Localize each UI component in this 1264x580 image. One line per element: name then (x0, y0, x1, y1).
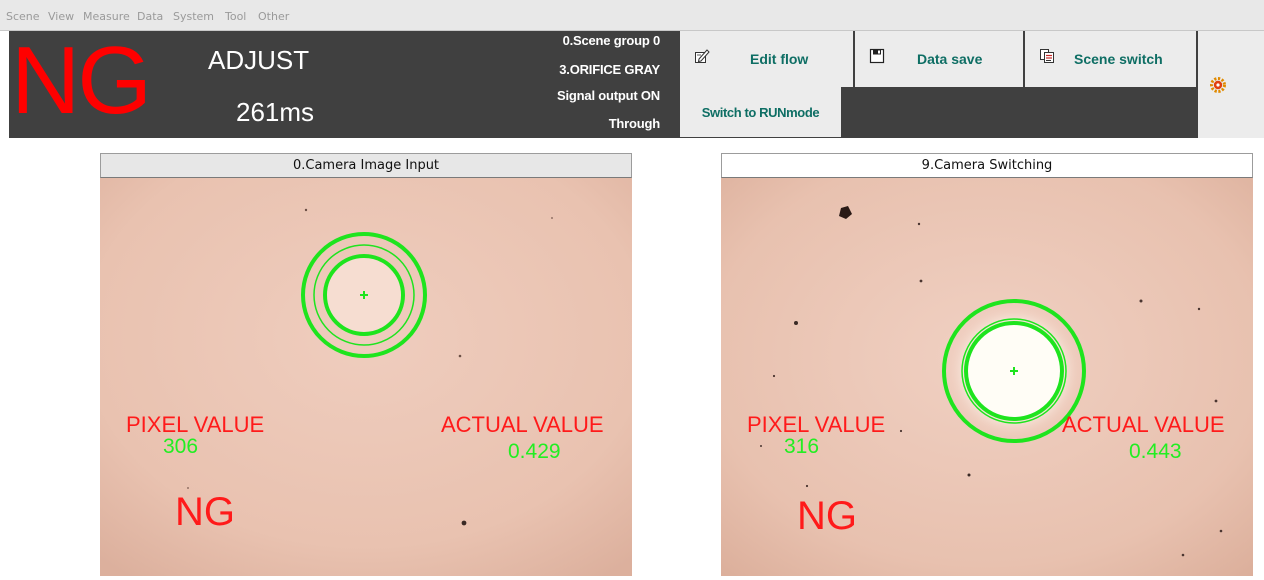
through-label: Through (608, 116, 661, 131)
menu-item-measure[interactable]: Measure (83, 11, 130, 23)
pane-judgement: NG (797, 494, 857, 538)
actual-value: 0.443 (1129, 440, 1182, 463)
pixel-value-label: PIXEL VALUE (747, 412, 886, 437)
edit-flow-label: Edit flow (750, 51, 809, 67)
actual-value: 0.429 (508, 440, 561, 463)
pixel-value-label: PIXEL VALUE (126, 412, 265, 437)
pane-judgement: NG (175, 490, 235, 534)
scene-group-label: 0.Scene group 0 (562, 33, 661, 48)
scene-switch-label: Scene switch (1074, 51, 1163, 67)
overall-judgement: NG (11, 27, 152, 134)
edit-flow-icon (695, 49, 710, 63)
actual-value-label: ACTUAL VALUE (1062, 412, 1225, 437)
menu-item-scene[interactable]: Scene (6, 11, 40, 23)
menu-bar: Scene View Measure Data System Tool Othe… (0, 0, 1264, 31)
mode-indicator: ADJUST (208, 45, 310, 75)
pixel-value: 306 (163, 435, 199, 458)
gear-icon (1210, 77, 1226, 93)
camera-image-view[interactable]: PIXEL VALUE 306 ACTUAL VALUE 0.429 NG (100, 178, 632, 576)
switch-to-run-mode-button[interactable]: Switch to RUNmode (680, 85, 841, 137)
scene-label: 3.ORIFICE GRAY (559, 62, 660, 77)
menu-item-system[interactable]: System (173, 11, 214, 23)
pixel-value: 316 (784, 435, 820, 458)
pane-title-camera-image-input: 0.Camera Image Input (100, 153, 632, 178)
actual-value-label: ACTUAL VALUE (441, 412, 604, 437)
data-save-label: Data save (917, 51, 983, 67)
edit-flow-button[interactable]: Edit flow (680, 31, 853, 87)
data-save-button[interactable]: Data save (855, 31, 1023, 87)
scene-switch-icon (1040, 49, 1054, 63)
signal-output-label: Signal output ON (557, 88, 660, 103)
menu-item-other[interactable]: Other (258, 11, 289, 23)
pane-title-camera-switching: 9.Camera Switching (721, 153, 1253, 178)
floppy-disk-icon (869, 48, 885, 64)
menu-item-data[interactable]: Data (137, 11, 163, 23)
scene-switch-button[interactable]: Scene switch (1025, 31, 1196, 87)
menu-item-tool[interactable]: Tool (225, 11, 246, 23)
settings-button[interactable] (1198, 31, 1264, 138)
camera-image-view[interactable]: PIXEL VALUE 316 ACTUAL VALUE 0.443 NG (721, 178, 1253, 576)
menu-item-view[interactable]: View (48, 11, 74, 23)
processing-time: 261ms (236, 97, 315, 127)
